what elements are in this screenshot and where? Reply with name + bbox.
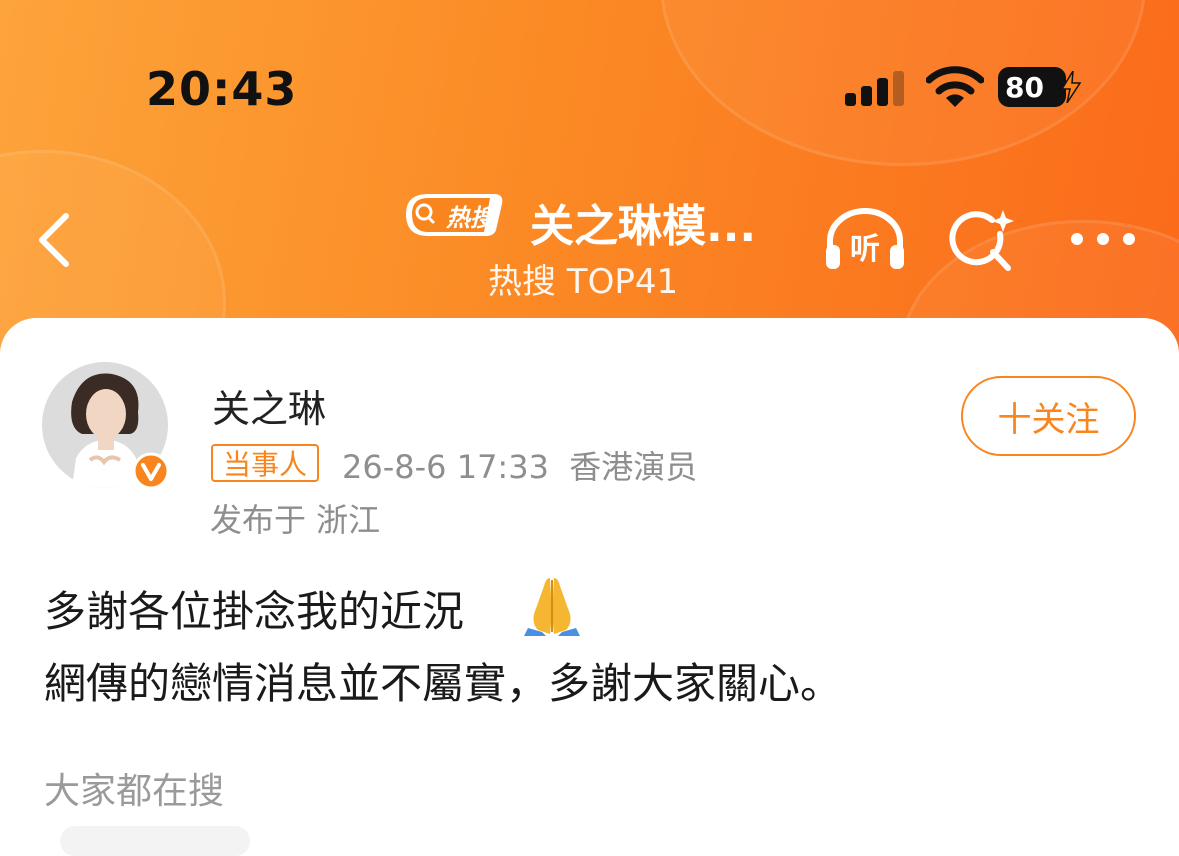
more-button[interactable] — [1068, 226, 1138, 252]
trending-chip[interactable] — [60, 826, 250, 856]
back-button[interactable] — [30, 210, 80, 270]
signal-icon — [845, 71, 904, 106]
charging-bolt-icon — [1060, 71, 1082, 103]
follow-label: 十关注 — [997, 399, 1100, 440]
role-tag: 当事人 — [211, 444, 320, 482]
page-subtitle: 热搜 TOP41 — [488, 262, 679, 302]
role-tag-label: 当事人 — [223, 448, 308, 481]
post-location: 发布于 浙江 — [210, 501, 381, 539]
follow-button[interactable]: 十关注 — [961, 376, 1136, 456]
verified-v-badge-icon — [132, 452, 170, 490]
wifi-icon — [926, 66, 984, 107]
header-banner — [0, 0, 1179, 360]
battery-icon: 80 — [998, 67, 1066, 107]
post-text-line-2: 網傳的戀情消息並不屬實，多謝大家關心。 — [44, 659, 843, 708]
trending-searches-label: 大家都在搜 — [44, 771, 225, 812]
hot-search-label: 热搜 — [446, 204, 494, 232]
battery-level: 80 — [1005, 70, 1044, 104]
status-time: 20:43 — [146, 62, 298, 116]
author-name[interactable]: 关之琳 — [212, 378, 326, 433]
folded-hands-emoji — [524, 578, 580, 636]
search-button[interactable] — [948, 208, 1018, 274]
headphones-icon: 听 — [826, 208, 904, 269]
listen-button[interactable]: 听 — [822, 205, 908, 273]
post-meta: 26-8-6 17:33 香港演员 — [342, 448, 698, 486]
page-title: 关之琳模... — [530, 201, 757, 252]
listen-label: 听 — [850, 232, 880, 267]
post-text-line-1: 多謝各位掛念我的近況 — [44, 587, 465, 636]
